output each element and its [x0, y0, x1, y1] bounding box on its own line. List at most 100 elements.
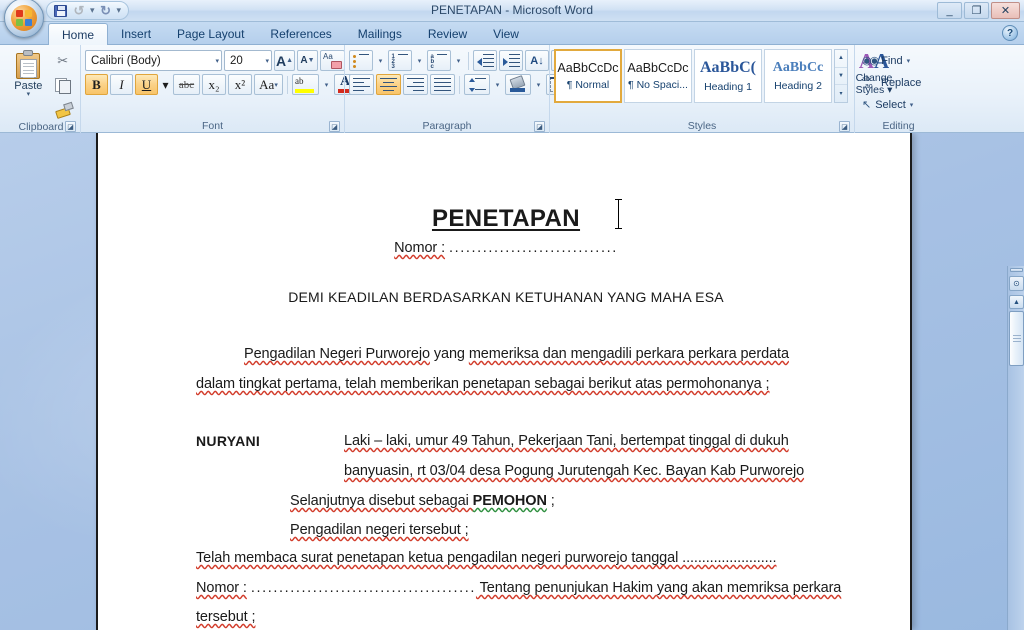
bullet-list-icon [352, 53, 370, 68]
browse-object-icon[interactable]: ⊙ [1009, 276, 1024, 291]
align-right-button[interactable] [403, 74, 428, 95]
document-text-body[interactable]: PENETAPAN Nomor : ......................… [98, 133, 914, 630]
font-name-combo[interactable]: Calibri (Body) ▾ [85, 50, 222, 71]
style-normal[interactable]: AaBbCcDc ¶ Normal [554, 49, 622, 103]
justify-button[interactable] [430, 74, 455, 95]
split-window-handle[interactable] [1010, 268, 1023, 272]
styles-scroll-down[interactable]: ▼ [835, 66, 847, 85]
style-normal-label: ¶ Normal [566, 79, 610, 91]
scrollbar-track[interactable] [1009, 368, 1024, 630]
paragraph-dialog-launcher[interactable]: ◪ [534, 121, 545, 132]
style-no-spacing[interactable]: AaBbCcDc ¶ No Spaci... [624, 49, 692, 103]
document-nomor-line: Nomor : .............................. [98, 240, 914, 256]
text-cursor [614, 199, 624, 229]
styles-scroll-up[interactable]: ▲ [835, 50, 847, 67]
select-caret-icon[interactable]: ▾ [910, 101, 914, 109]
multilevel-list-button[interactable]: abc [427, 50, 451, 71]
bold-button[interactable]: B [85, 74, 108, 95]
subscript-button[interactable]: x₂ [202, 74, 226, 95]
paste-caret-icon[interactable]: ▾ [27, 91, 31, 98]
font-size-combo[interactable]: 20 ▾ [224, 50, 272, 71]
shading-caret-icon[interactable]: ▾ [533, 74, 544, 95]
increase-indent-button[interactable] [499, 50, 523, 71]
paste-button[interactable]: Paste ▾ [7, 48, 49, 98]
numbering-caret-icon[interactable]: ▾ [414, 50, 425, 71]
help-icon[interactable]: ? [1002, 25, 1018, 41]
tab-mailings[interactable]: Mailings [345, 23, 415, 44]
align-center-button[interactable] [376, 74, 401, 95]
font-group-label: Font ◪ [85, 118, 340, 133]
underline-button[interactable]: U [135, 74, 158, 95]
style-heading-2[interactable]: AaBbCc Heading 2 [764, 49, 832, 103]
cut-button[interactable]: ✂ [51, 50, 75, 72]
vertical-scrollbar[interactable]: ⊙ ▲ [1007, 266, 1024, 630]
replace-button[interactable]: ab ac Replace [859, 72, 924, 93]
maximize-button[interactable]: ❐ [964, 2, 989, 19]
shading-button[interactable] [505, 74, 531, 95]
tab-home[interactable]: Home [48, 23, 109, 45]
multilevel-caret-icon[interactable]: ▾ [453, 50, 464, 71]
clear-formatting-icon [321, 50, 344, 71]
decrease-indent-button[interactable] [473, 50, 497, 71]
clipboard-dialog-launcher[interactable]: ◪ [65, 121, 76, 132]
minimize-button[interactable]: _ [937, 2, 962, 19]
scroll-up-button[interactable]: ▲ [1009, 295, 1024, 309]
font-dialog-launcher[interactable]: ◪ [329, 121, 340, 132]
styles-gallery-scroll[interactable]: ▲ ▼ ▾ [834, 49, 848, 103]
highlight-button[interactable]: ab [292, 74, 319, 95]
select-button[interactable]: ↖ Select ▾ [859, 94, 924, 115]
style-heading-1[interactable]: AaBbC( Heading 1 [694, 49, 762, 103]
italic-button[interactable]: I [110, 74, 133, 95]
document-page[interactable]: PENETAPAN Nomor : ......................… [96, 133, 912, 630]
ribbon: Paste ▾ ✂ Clipboard ◪ Calibri (Body) ▾ 2… [0, 45, 1024, 133]
bullets-caret-icon[interactable]: ▾ [375, 50, 386, 71]
strikethrough-icon: abc [178, 78, 195, 91]
tab-insert[interactable]: Insert [108, 23, 164, 44]
grow-font-button[interactable]: A ▲ [274, 50, 295, 71]
style-heading-1-label: Heading 1 [704, 81, 752, 93]
find-caret-icon[interactable]: ▾ [907, 57, 911, 65]
numbered-list-icon: 123 [392, 53, 409, 70]
document-nomor2-line: Nomor : ................................… [196, 580, 841, 596]
line-spacing-icon [468, 77, 486, 92]
document-selanjutnya-line: Selanjutnya disebut sebagai PEMOHON ; [290, 493, 555, 509]
style-no-spacing-label: ¶ No Spaci... [628, 79, 688, 91]
clear-formatting-button[interactable] [320, 50, 345, 71]
document-work-area[interactable]: PENETAPAN Nomor : ......................… [0, 133, 1024, 630]
close-button[interactable]: ✕ [991, 2, 1020, 19]
tab-page-layout[interactable]: Page Layout [164, 23, 257, 44]
paragraph-group-label: Paragraph ◪ [349, 118, 545, 133]
window-title: PENETAPAN - Microsoft Word [430, 3, 594, 17]
align-left-button[interactable] [349, 74, 374, 95]
document-party-name: NURYANI [196, 433, 261, 449]
scrollbar-thumb[interactable] [1009, 311, 1024, 366]
change-case-button[interactable]: Aa ▾ [254, 74, 283, 95]
body-line-1-part-b: yang [429, 346, 469, 362]
line-spacing-button[interactable] [464, 74, 490, 95]
shrink-font-button[interactable]: A ▼ [297, 50, 318, 71]
clipboard-group-label: Clipboard ◪ [6, 120, 76, 133]
numbering-button[interactable]: 123 [388, 50, 412, 71]
styles-dialog-launcher[interactable]: ◪ [839, 121, 850, 132]
format-painter-button[interactable] [51, 98, 75, 120]
document-party-line-2: banyuasin, rt 03/04 desa Pogung Juruteng… [344, 463, 805, 479]
document-title: PENETAPAN [98, 205, 914, 233]
document-body-line-1: Pengadilan Negeri Purworejo yang memerik… [244, 346, 789, 362]
superscript-button[interactable]: x² [228, 74, 252, 95]
find-button[interactable]: ◉◉ Find ▾ [859, 50, 924, 71]
tab-references[interactable]: References [257, 23, 344, 44]
font-size-caret-icon: ▾ [265, 57, 269, 65]
shrink-font-icon: A [300, 55, 308, 66]
sort-icon: A↓ [530, 54, 544, 67]
styles-more-button[interactable]: ▾ [835, 84, 847, 102]
bullets-button[interactable] [349, 50, 373, 71]
copy-button[interactable] [51, 74, 75, 96]
underline-caret-icon[interactable]: ▾ [160, 74, 171, 95]
highlight-caret-icon[interactable]: ▾ [321, 74, 332, 95]
sort-button[interactable]: A↓ [525, 50, 549, 71]
tab-view[interactable]: View [480, 23, 532, 44]
tab-review[interactable]: Review [415, 23, 480, 44]
strikethrough-button[interactable]: abc [173, 74, 200, 95]
copy-icon [55, 78, 72, 94]
line-spacing-caret-icon[interactable]: ▾ [492, 74, 503, 95]
